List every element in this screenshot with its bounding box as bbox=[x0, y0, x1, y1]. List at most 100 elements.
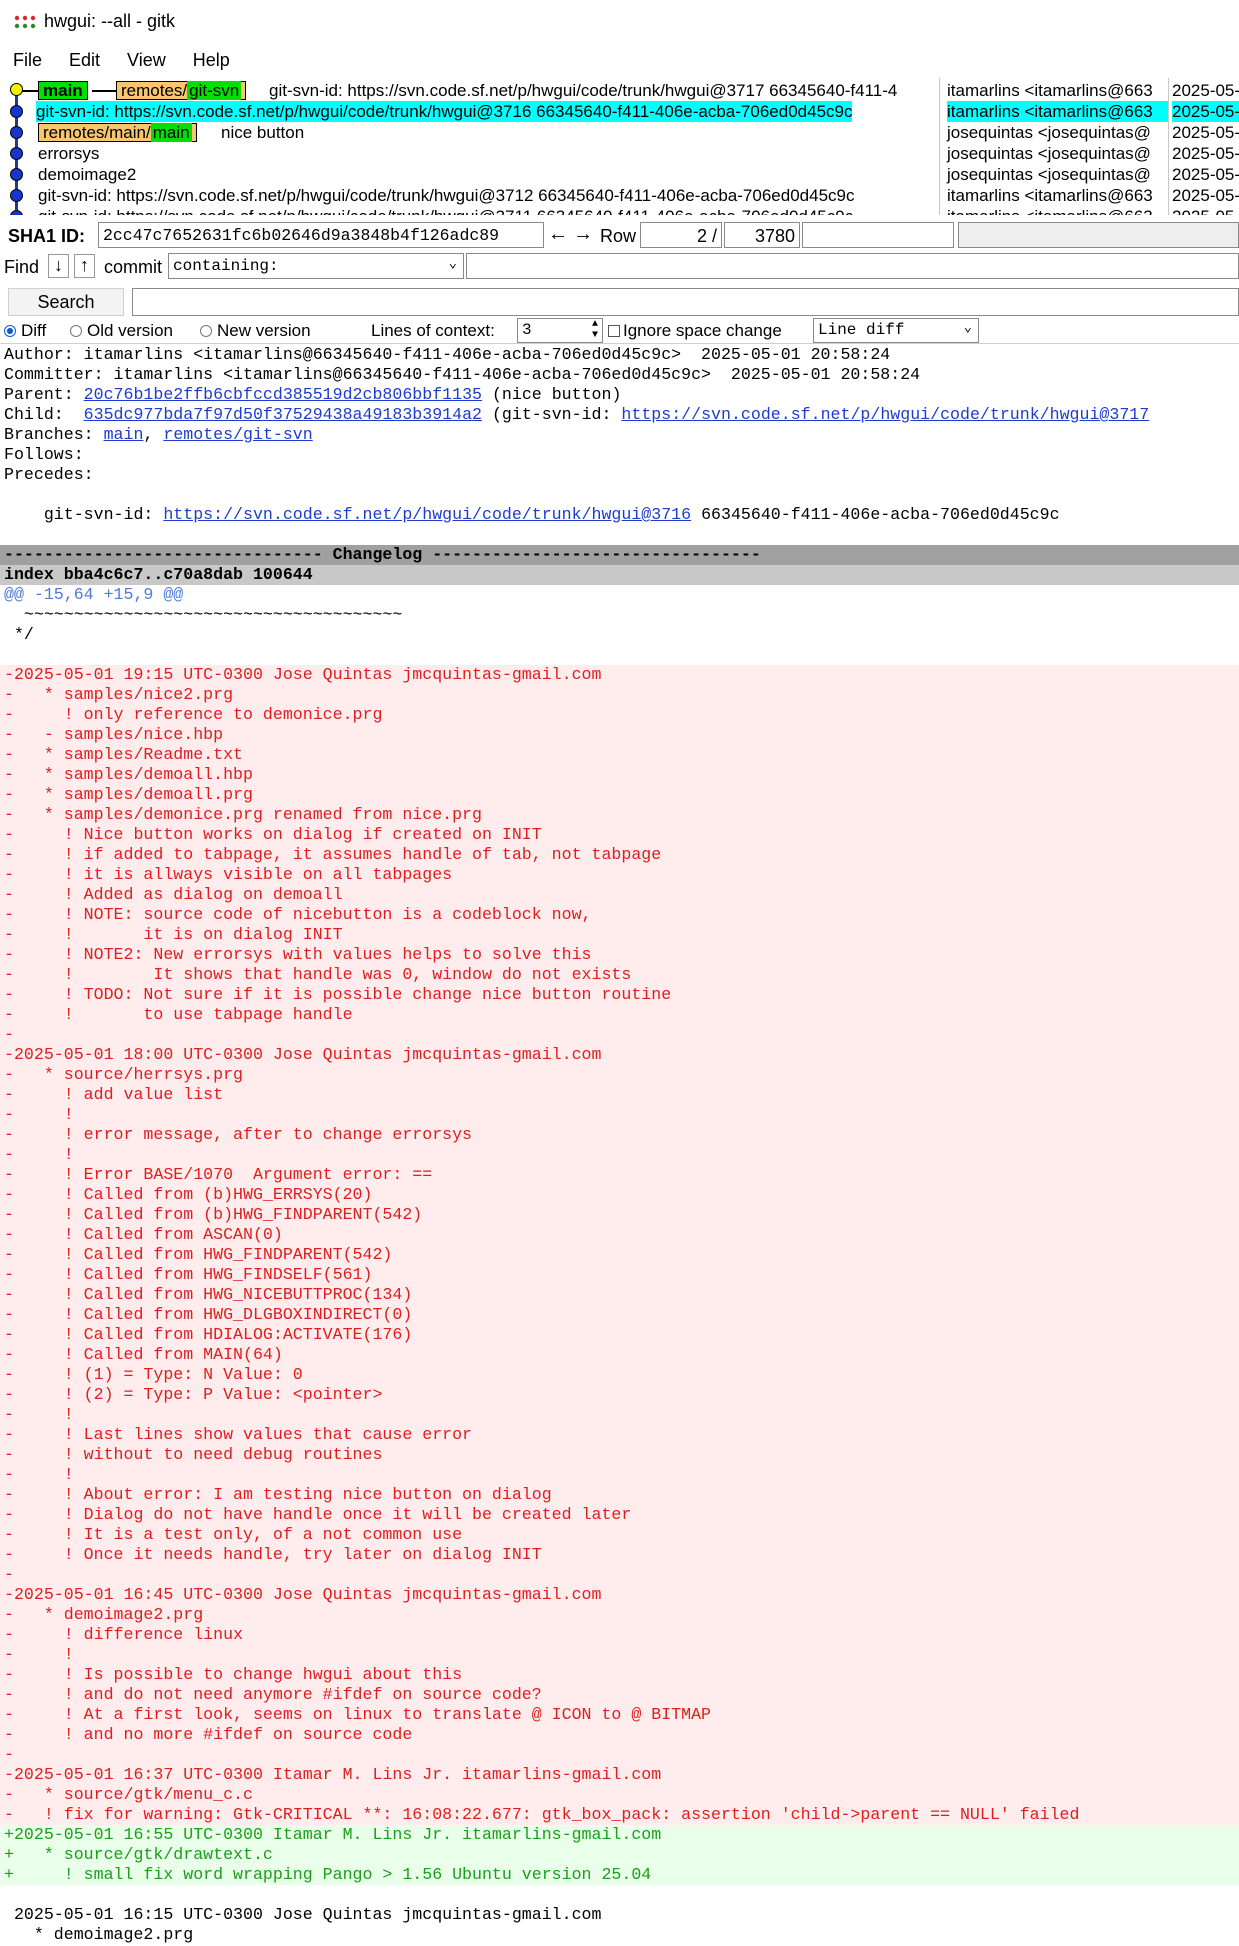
ignore-space-checkbox[interactable]: Ignore space change bbox=[608, 321, 782, 341]
child-hash-link[interactable]: 635dc977bda7f97d50f37529438a49183b3914a2 bbox=[84, 405, 482, 424]
commit-subject: git-svn-id: https://svn.code.sf.net/p/hw… bbox=[38, 186, 855, 205]
sha-input[interactable]: 2cc47c7652631fc6b02646d9a3848b4f126adc89 bbox=[98, 222, 544, 248]
removed-lines-block: -2025-05-01 19:15 UTC-0300 Jose Quintas … bbox=[0, 665, 1239, 1825]
diff-removed-line: - ! add value list bbox=[0, 1085, 1239, 1105]
diff-removed-line: - ! Called from MAIN(64) bbox=[0, 1345, 1239, 1365]
commit-row[interactable]: git-svn-id: https://svn.code.sf.net/p/hw… bbox=[0, 185, 940, 206]
diff-removed-line: - bbox=[0, 1565, 1239, 1585]
diff-removed-line: - ! (1) = Type: N Value: 0 bbox=[0, 1365, 1239, 1385]
find-down-icon[interactable]: ↓ bbox=[48, 254, 69, 278]
spin-arrows-icon[interactable]: ▲ ▼ bbox=[592, 319, 598, 341]
diff-removed-line: - ! only reference to demonice.prg bbox=[0, 705, 1239, 725]
find-input[interactable] bbox=[466, 253, 1239, 279]
diff-removed-line: - ! it is on dialog INIT bbox=[0, 925, 1239, 945]
menu-file[interactable]: File bbox=[0, 46, 56, 74]
diff-options: Diff Old version New version Lines of co… bbox=[0, 318, 1239, 344]
commit-row[interactable]: errorsys bbox=[0, 143, 940, 164]
commit-row[interactable]: remotes/main/main nice button bbox=[0, 122, 940, 143]
commit-subject: errorsys bbox=[38, 144, 100, 163]
back-arrow-icon[interactable]: ← bbox=[548, 223, 568, 246]
diff-removed-line: - ! Called from HWG_FINDPARENT(542) bbox=[0, 1245, 1239, 1265]
file-header-changelog[interactable]: -------------------------------- Changel… bbox=[0, 545, 1239, 565]
diff-removed-line: - ! and do not need anymore #ifdef on so… bbox=[0, 1685, 1239, 1705]
old-version-radio[interactable]: Old version bbox=[70, 321, 173, 341]
date-cell: 2025-05- bbox=[1172, 101, 1239, 122]
branch-link-main[interactable]: main bbox=[104, 425, 144, 444]
diff-context-line: * demoimage2.prg bbox=[4, 1925, 194, 1944]
diff-removed-line: - * samples/demoall.hbp bbox=[0, 765, 1239, 785]
commit-message: git-svn-id: https://svn.code.sf.net/p/hw… bbox=[4, 505, 1060, 524]
commit-row-selected[interactable]: git-svn-id: https://svn.code.sf.net/p/hw… bbox=[0, 101, 940, 122]
parent-hash-link[interactable]: 20c76b1be2ffb6cbfccd385519d2cb806bbf1135 bbox=[84, 385, 482, 404]
diff-removed-line: - ! Nice button works on dialog if creat… bbox=[0, 825, 1239, 845]
diff-removed-line: - bbox=[0, 1745, 1239, 1765]
diff-removed-line: - ! bbox=[0, 1145, 1239, 1165]
commit-author: Author: itamarlins <itamarlins@66345640-… bbox=[4, 345, 891, 364]
diff-removed-line: - ! Called from HWG_DLGBOXINDIRECT(0) bbox=[0, 1305, 1239, 1325]
diff-removed-line: - * source/herrsys.prg bbox=[0, 1065, 1239, 1085]
diff-removed-line: -2025-05-01 18:00 UTC-0300 Jose Quintas … bbox=[0, 1045, 1239, 1065]
diff-context-line: 2025-05-01 16:15 UTC-0300 Jose Quintas j… bbox=[4, 1905, 602, 1924]
diff-radio[interactable]: Diff bbox=[4, 321, 46, 341]
diff-removed-line: - ! Called from (b)HWG_ERRSYS(20) bbox=[0, 1185, 1239, 1205]
search-input[interactable] bbox=[132, 288, 1239, 316]
date-column: 2025-05- 2025-05- 2025-05- 2025-05- 2025… bbox=[1170, 78, 1239, 215]
diff-removed-line: - ! Added as dialog on demoall bbox=[0, 885, 1239, 905]
diff-removed-line: - * source/gtk/menu_c.c bbox=[0, 1785, 1239, 1805]
author-cell: itamarlins <itamarlins@663 bbox=[947, 206, 1153, 215]
commit-subject: demoimage2 bbox=[38, 165, 137, 184]
branch-tag-remote[interactable]: remotes/git-svn bbox=[116, 81, 247, 100]
branch-tag-remote-main[interactable]: remotes/main/main bbox=[38, 123, 197, 142]
diff-added-line: +2025-05-01 16:55 UTC-0300 Itamar M. Lin… bbox=[0, 1825, 1239, 1845]
branch-link-git-svn[interactable]: remotes/git-svn bbox=[163, 425, 312, 444]
branch-tag-main[interactable]: main bbox=[38, 81, 88, 100]
chevron-down-icon: ⌄ bbox=[963, 320, 972, 336]
date-cell: 2025-05- bbox=[1172, 206, 1239, 215]
menu-view[interactable]: View bbox=[114, 46, 180, 74]
commit-row[interactable]: git-svn-id: https://svn.code.sf.net/p/hw… bbox=[0, 206, 940, 215]
diff-removed-line: - ! it is allways visible on all tabpage… bbox=[0, 865, 1239, 885]
forward-arrow-icon[interactable]: → bbox=[573, 223, 593, 246]
find-up-icon[interactable]: ↑ bbox=[74, 254, 95, 278]
commit-parent: Parent: 20c76b1be2ffb6cbfccd385519d2cb80… bbox=[4, 385, 622, 404]
diff-removed-line: - ! bbox=[0, 1645, 1239, 1665]
search-button[interactable]: Search bbox=[8, 288, 124, 316]
commit-subject: git-svn-id: https://svn.code.sf.net/p/hw… bbox=[269, 81, 898, 100]
diff-removed-line: - ! bbox=[0, 1405, 1239, 1425]
diff-removed-line: - ! It shows that handle was 0, window d… bbox=[0, 965, 1239, 985]
find-type-label: commit bbox=[104, 257, 162, 277]
commit-row[interactable]: main remotes/git-svn git-svn-id: https:/… bbox=[0, 80, 940, 101]
menu-help[interactable]: Help bbox=[180, 46, 244, 74]
commit-precedes: Precedes: bbox=[4, 465, 94, 484]
sha-toolbar: SHA1 ID: 2cc47c7652631fc6b02646d9a3848b4… bbox=[0, 222, 1239, 250]
commit-committer: Committer: itamarlins <itamarlins@663456… bbox=[4, 365, 921, 384]
date-cell: 2025-05- bbox=[1172, 186, 1239, 205]
commit-dot-icon bbox=[10, 147, 23, 160]
diff-removed-line: - ! Error BASE/1070 Argument error: == bbox=[0, 1165, 1239, 1185]
new-version-radio[interactable]: New version bbox=[200, 321, 311, 341]
find-label: Find bbox=[4, 257, 40, 277]
diff-removed-line: - ! error message, after to change error… bbox=[0, 1125, 1239, 1145]
diff-added-line: + ! small fix word wrapping Pango > 1.56… bbox=[0, 1865, 1239, 1885]
context-spinbox[interactable]: 3 ▲ ▼ bbox=[517, 318, 603, 343]
date-cell: 2025-05- bbox=[1172, 165, 1239, 184]
commit-row[interactable]: demoimage2 bbox=[0, 164, 940, 185]
menu-edit[interactable]: Edit bbox=[56, 46, 114, 74]
diff-removed-line: - ! to use tabpage handle bbox=[0, 1005, 1239, 1025]
diff-removed-line: - ! and no more #ifdef on source code bbox=[0, 1725, 1239, 1745]
diff-removed-line: - * samples/demonice.prg renamed from ni… bbox=[0, 805, 1239, 825]
date-cell: 2025-05- bbox=[1172, 144, 1239, 163]
diff-removed-line: - ! Once it needs handle, try later on d… bbox=[0, 1545, 1239, 1565]
diff-context-line bbox=[0, 1885, 1239, 1905]
diff-removed-line: - ! if added to tabpage, it assumes hand… bbox=[0, 845, 1239, 865]
find-mode-select[interactable]: containing: ⌄ bbox=[168, 253, 464, 279]
diff-removed-line: - bbox=[0, 1025, 1239, 1045]
diff-mode-select[interactable]: Line diff ⌄ bbox=[813, 318, 979, 343]
commit-subject: git-svn-id: https://svn.code.sf.net/p/hw… bbox=[38, 206, 853, 215]
svn-link[interactable]: https://svn.code.sf.net/p/hwgui/code/tru… bbox=[163, 505, 691, 524]
child-svn-link[interactable]: https://svn.code.sf.net/p/hwgui/code/tru… bbox=[621, 405, 1149, 424]
author-cell: itamarlins <itamarlins@663 bbox=[947, 101, 1168, 122]
progress-field bbox=[802, 222, 954, 248]
commit-subject: git-svn-id: https://svn.code.sf.net/p/hw… bbox=[36, 101, 853, 122]
commit-dot-icon bbox=[10, 168, 23, 181]
